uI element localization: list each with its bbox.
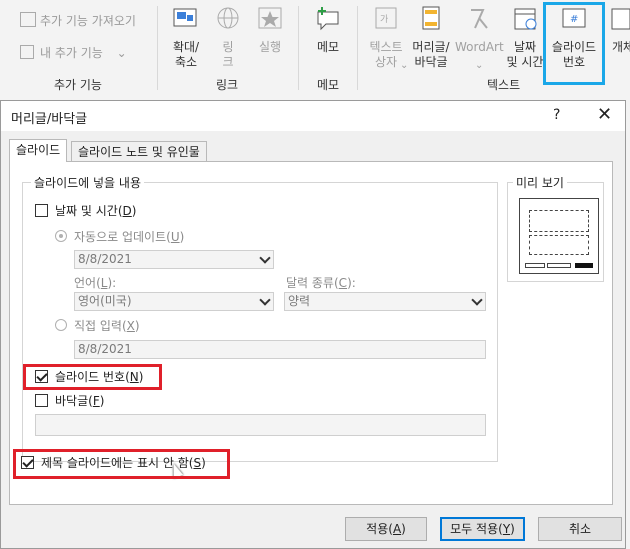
calendar-icon bbox=[514, 8, 537, 30]
cancel-button[interactable]: 취소 bbox=[538, 517, 622, 541]
preview-slide bbox=[519, 198, 599, 274]
wordart-icon bbox=[471, 9, 488, 29]
header-footer-dialog: 머리글/바닥글 ? ✕ 슬라이드 슬라이드 노트 및 유인물 슬라이드에 넣을 … bbox=[0, 100, 626, 549]
header-footer-button[interactable]: 머리글/ 바닥글 bbox=[408, 6, 454, 70]
slide-number-highlight bbox=[543, 2, 605, 85]
preview-body-placeholder bbox=[529, 235, 589, 255]
datetime-button[interactable]: 날짜 및 시간 bbox=[505, 6, 545, 70]
footer-label: 바닥글(F) bbox=[55, 394, 105, 408]
dont-show-title-highlight bbox=[13, 449, 230, 479]
help-icon[interactable]: ? bbox=[553, 107, 560, 123]
include-group-title: 슬라이드에 넣을 내용 bbox=[31, 174, 144, 191]
star-icon bbox=[258, 7, 282, 29]
zoom-button[interactable]: 확대/ 축소 bbox=[166, 6, 206, 70]
chevron-down-icon bbox=[471, 294, 483, 306]
comment-add-icon bbox=[317, 7, 339, 31]
calendar-select[interactable]: 양력 bbox=[284, 292, 486, 311]
zoom-icon bbox=[173, 8, 197, 27]
preview-title-placeholder bbox=[529, 210, 589, 232]
apply-button[interactable]: 적용(A) bbox=[345, 517, 427, 541]
dialog-titlebar: 머리글/바닥글 ? ✕ bbox=[1, 101, 625, 131]
datetime-label: 날짜 및 시간(D) bbox=[55, 204, 137, 218]
fixed-label: 직접 입력(X) bbox=[74, 319, 140, 333]
get-addins-button[interactable]: 추가 기능 가져오기 bbox=[20, 12, 136, 29]
link-button[interactable]: 링 크 bbox=[212, 6, 244, 70]
separator bbox=[298, 6, 299, 90]
chevron-down-icon bbox=[259, 294, 271, 306]
my-addins-button[interactable]: 내 추가 기능 ⌄ bbox=[20, 44, 127, 61]
svg-text:가: 가 bbox=[380, 14, 388, 25]
store-icon bbox=[20, 12, 36, 27]
tab-notes-handouts[interactable]: 슬라이드 노트 및 유인물 bbox=[71, 141, 207, 162]
comments-group-label: 메모 bbox=[317, 78, 340, 92]
fixed-radio[interactable] bbox=[55, 319, 67, 331]
auto-update-label: 자동으로 업데이트(U) bbox=[74, 230, 185, 244]
preview-title: 미리 보기 bbox=[513, 174, 567, 191]
links-group-label: 링크 bbox=[216, 78, 239, 92]
textbox-button[interactable]: 가 텍스트 상자 ⌄ bbox=[366, 6, 408, 71]
dialog-title: 머리글/바닥글 bbox=[11, 112, 88, 127]
preview-footer-box bbox=[547, 263, 571, 268]
datetime-checkbox[interactable] bbox=[35, 204, 48, 217]
fixed-date-input[interactable]: 8/8/2021 bbox=[74, 340, 486, 359]
memo-button[interactable]: 메모 bbox=[310, 6, 346, 55]
auto-update-radio[interactable] bbox=[55, 230, 67, 242]
action-button[interactable]: 실행 bbox=[252, 6, 288, 55]
footer-input[interactable] bbox=[35, 414, 486, 436]
addin-icon bbox=[20, 45, 34, 59]
footer-checkbox[interactable] bbox=[35, 394, 48, 407]
text-group-label: 텍스트 bbox=[487, 78, 521, 92]
calendar-label: 달력 종류(C): bbox=[286, 276, 356, 290]
addins-group-label: 추가 기능 bbox=[54, 78, 102, 92]
object-icon bbox=[611, 8, 630, 30]
preview-footer-box bbox=[525, 263, 545, 268]
textbox-icon: 가 bbox=[375, 7, 397, 29]
apply-all-button[interactable]: 모두 적용(Y) bbox=[440, 517, 525, 541]
page-header-icon bbox=[422, 6, 440, 30]
separator bbox=[357, 6, 358, 90]
ribbon: 추가 기능 가져오기 내 추가 기능 ⌄ 추가 기능 확대/ 축소 링 크 실행… bbox=[0, 0, 630, 96]
preview-slide-number-box bbox=[575, 263, 593, 268]
tab-slide[interactable]: 슬라이드 bbox=[9, 139, 68, 162]
chevron-down-icon bbox=[259, 252, 271, 264]
chevron-down-icon: ⌄ bbox=[475, 60, 484, 71]
close-icon[interactable]: ✕ bbox=[597, 104, 612, 125]
separator bbox=[157, 6, 158, 90]
globe-link-icon bbox=[217, 7, 239, 29]
language-label: 언어(L): bbox=[74, 276, 117, 290]
object-button[interactable]: 개체 bbox=[608, 6, 630, 55]
language-select[interactable]: 영어(미국) bbox=[74, 292, 274, 311]
wordart-button[interactable]: WordArt ⌄ bbox=[455, 6, 504, 71]
chevron-down-icon: ⌄ bbox=[116, 46, 127, 60]
slide-number-highlight bbox=[23, 364, 162, 390]
auto-update-date-select[interactable]: 8/8/2021 bbox=[74, 250, 274, 269]
